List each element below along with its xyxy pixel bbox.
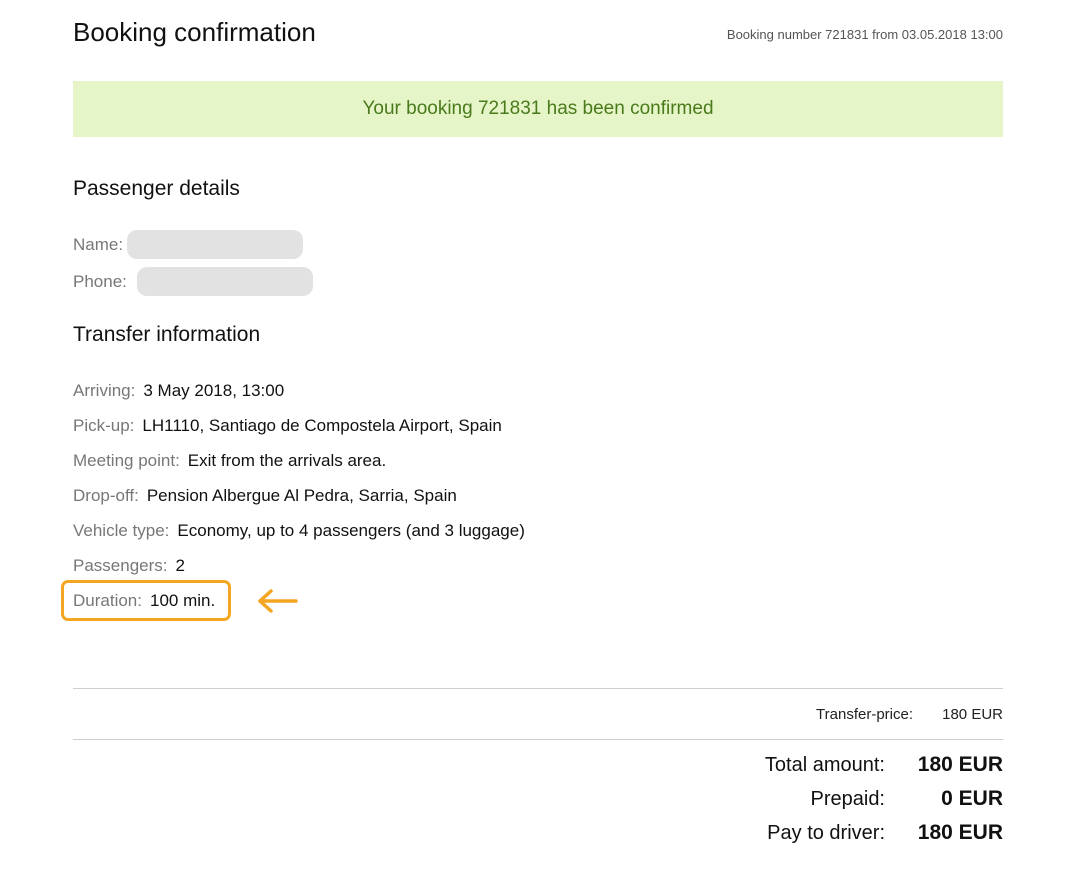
arriving-row: Arriving: 3 May 2018, 13:00: [73, 381, 284, 401]
pay-to-driver-value: 180 EUR: [917, 821, 1003, 844]
meeting-point-value: Exit from the arrivals area.: [187, 451, 387, 470]
confirmation-message: Your booking 721831 has been confirmed: [362, 98, 714, 119]
passengers-label: Passengers:: [73, 556, 168, 575]
dropoff-value: Pension Albergue Al Pedra, Sarria, Spain: [146, 486, 457, 505]
page-title: Booking confirmation: [73, 17, 316, 47]
arrow-left-icon: [258, 589, 298, 613]
booking-confirmation-page: Booking confirmation Booking number 7218…: [61, 0, 1004, 877]
phone-redacted-value: [136, 267, 313, 296]
meeting-point-label: Meeting point:: [73, 451, 180, 470]
prepaid-row: Prepaid: 0 EUR: [665, 787, 1004, 811]
total-amount-value: 180 EUR: [917, 753, 1003, 776]
passenger-details-heading: Passenger details: [73, 177, 240, 200]
pay-to-driver-label: Pay to driver:: [767, 822, 885, 844]
confirmation-banner: Your booking 721831 has been confirmed: [73, 81, 1003, 137]
transfer-price-label: Transfer-price:: [816, 706, 913, 723]
meeting-point-row: Meeting point: Exit from the arrivals ar…: [73, 451, 386, 471]
divider-top: [73, 688, 1003, 689]
booking-number-text: Booking number 721831 from 03.05.2018 13…: [726, 27, 1003, 42]
transfer-price-value: 180 EUR: [942, 706, 1003, 723]
passengers-row: Passengers: 2: [73, 556, 185, 576]
vehicle-type-label: Vehicle type:: [73, 521, 170, 540]
phone-row: Phone:: [73, 267, 313, 296]
pickup-value: LH1110, Santiago de Compostela Airport, …: [142, 416, 502, 435]
divider-bottom: [73, 739, 1003, 740]
transfer-information-heading: Transfer information: [73, 323, 261, 346]
pickup-label: Pick-up:: [73, 416, 135, 435]
vehicle-type-row: Vehicle type: Economy, up to 4 passenger…: [73, 521, 525, 541]
total-amount-label: Total amount:: [764, 754, 885, 776]
pay-to-driver-row: Pay to driver: 180 EUR: [665, 821, 1003, 845]
dropoff-label: Drop-off:: [73, 486, 139, 505]
passengers-value: 2: [175, 556, 185, 575]
arriving-value: 3 May 2018, 13:00: [143, 381, 285, 400]
vehicle-type-value: Economy, up to 4 passengers (and 3 lugga…: [177, 521, 525, 540]
prepaid-value: 0 EUR: [941, 787, 1003, 810]
name-label: Name:: [73, 234, 124, 254]
dropoff-row: Drop-off: Pension Albergue Al Pedra, Sar…: [73, 486, 457, 506]
transfer-price-row: Transfer-price: 180 EUR: [693, 706, 1003, 723]
arriving-label: Arriving:: [73, 381, 136, 400]
prepaid-label: Prepaid:: [810, 788, 886, 810]
total-amount-row: Total amount: 180 EUR: [665, 753, 1003, 777]
name-row: Name:: [73, 230, 304, 259]
phone-label: Phone:: [73, 271, 127, 291]
name-redacted-value: [127, 230, 304, 259]
pickup-row: Pick-up: LH1110, Santiago de Compostela …: [73, 416, 502, 436]
duration-highlight-box: [61, 580, 231, 621]
